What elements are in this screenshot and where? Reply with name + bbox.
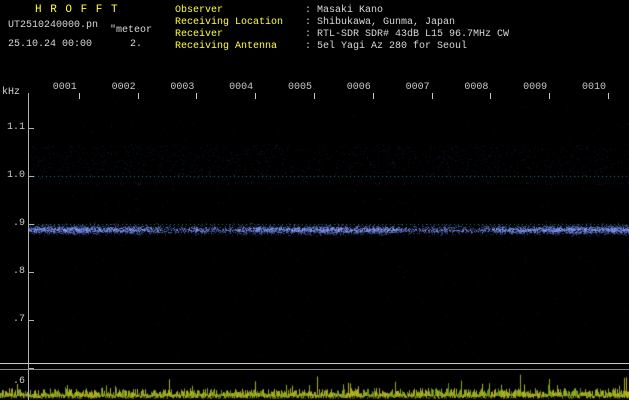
x-axis-label: 0010 — [581, 82, 606, 93]
x-axis-label: 0007 — [405, 82, 430, 93]
metadata-value: : 5el Yagi Az 280 for Seoul — [305, 41, 468, 52]
x-axis-label: 0008 — [464, 82, 489, 93]
hrofft-window: H R O F F T UT2510240000.pn "meteor 25.1… — [0, 0, 629, 400]
panel-separator-bottom — [0, 369, 629, 370]
metadata-block: Observer : Masaki Kano Receiving Location:… — [175, 6, 509, 54]
x-axis-label: 0001 — [52, 82, 77, 93]
x-axis-label: 0002 — [111, 82, 136, 93]
metadata-value: : Masaki Kano — [305, 5, 384, 16]
metadata-label: Observer — [175, 5, 224, 16]
x-axis-label: 0009 — [523, 82, 548, 93]
app-title: H R O F F T — [35, 4, 119, 16]
station-name: "meteor — [110, 25, 153, 36]
x-axis-label: 0004 — [229, 82, 254, 93]
y-axis-unit-label: kHz — [2, 87, 21, 98]
y-axis-line — [28, 93, 29, 400]
metadata-label: Receiving Location — [175, 17, 284, 28]
metadata-value: : RTL-SDR SDR# 43dB L15 96.7MHz CW — [305, 29, 510, 40]
spectrogram-canvas — [0, 96, 629, 400]
output-filename: UT2510240000.pn — [8, 20, 99, 31]
metadata-label: Receiver — [175, 29, 224, 40]
x-axis-label: 0006 — [346, 82, 371, 93]
counter-value: 2. — [130, 39, 143, 50]
metadata-value: : Shibukawa, Gunma, Japan — [305, 17, 456, 28]
panel-separator-top — [0, 363, 629, 364]
observation-datetime: 25.10.24 00:00 — [8, 39, 93, 50]
x-axis-label: 0005 — [287, 82, 312, 93]
x-axis-label: 0003 — [170, 82, 195, 93]
metadata-row: Receiving Antenna : 5el Yagi Az 280 for S… — [175, 42, 509, 54]
metadata-label: Receiving Antenna — [175, 41, 278, 52]
